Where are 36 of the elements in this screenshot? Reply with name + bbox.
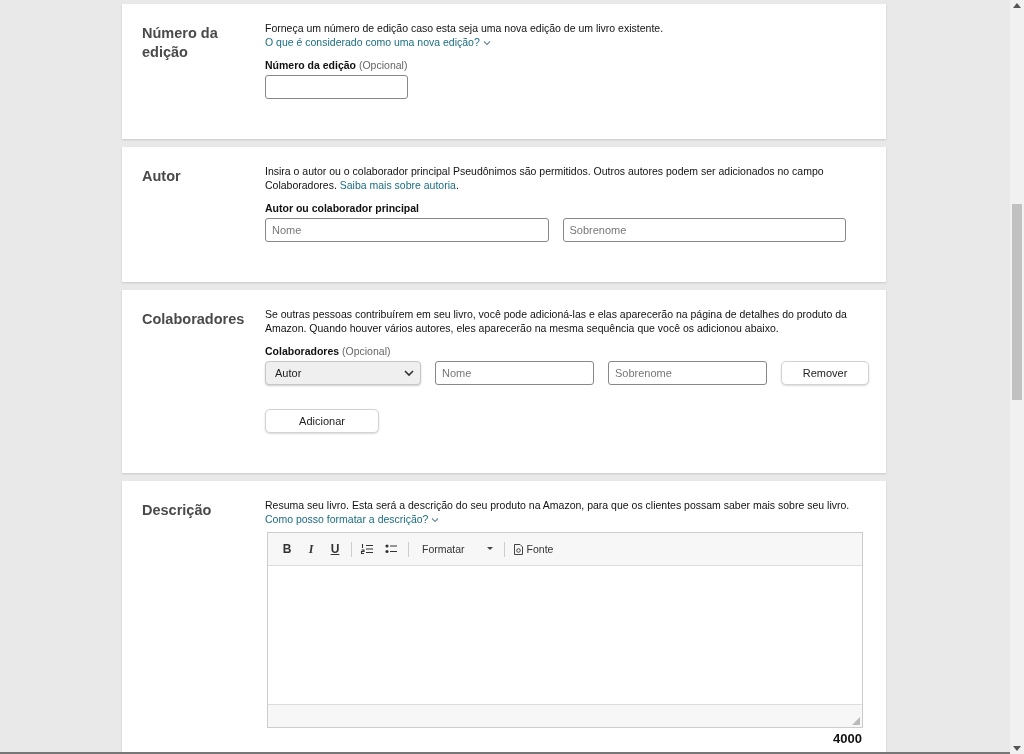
- document-icon[interactable]: [513, 543, 523, 555]
- resize-handle-icon[interactable]: [852, 717, 860, 725]
- role-dropdown[interactable]: Autor: [265, 361, 421, 385]
- rich-text-editor[interactable]: B I U Formatar Fonte: [267, 532, 863, 728]
- section-description: Forneça um número de edição caso esta seja uma nova edição de um livro existente. O que é considerado como uma nova edição?: [265, 22, 665, 49]
- help-link[interactable]: Como posso formatar a descrição?: [265, 512, 429, 525]
- section-description: Se outras pessoas contribuírem em seu livro, você pode adicioná-las e elas aparecerão na página de detalhes do produto da Amazon. Quando houver vários autores, eles aparecerão na mesma sequência que você os adicionou abaixo.: [265, 308, 848, 335]
- source-button[interactable]: Fonte: [509, 543, 598, 555]
- section-title: Descrição: [142, 501, 213, 520]
- section-title: Número da edição: [142, 24, 219, 62]
- action-button[interactable]: Adicionar: [265, 409, 379, 433]
- character-counter: 4000: [832, 731, 862, 746]
- format-dropdown[interactable]: Formatar: [414, 543, 499, 555]
- text-field[interactable]: [265, 75, 408, 99]
- text-field[interactable]: Sobrenome: [608, 361, 767, 385]
- italic-button[interactable]: I: [300, 541, 322, 557]
- bold-button[interactable]: B: [276, 542, 298, 556]
- text-field[interactable]: Nome: [435, 361, 594, 385]
- field-label: Autor ou colaborador principal: [265, 202, 419, 214]
- help-link[interactable]: Saiba mais sobre autoria: [339, 178, 456, 191]
- field-label: Número da edição (Opcional): [265, 59, 408, 71]
- section-description: Resuma seu livro. Esta será a descrição do seu produto na Amazon, para que os clientes possam saber mais sobre seu livro. Como posso formatar a descrição?: [265, 499, 851, 526]
- help-link[interactable]: O que é considerado como uma nova edição?: [265, 35, 480, 48]
- underline-button[interactable]: U: [324, 542, 346, 556]
- text-field[interactable]: Nome: [265, 218, 549, 242]
- field-label: Colaboradores (Opcional): [265, 345, 391, 357]
- section-description: Insira o autor ou o colaborador principal Pseudônimos são permitidos. Outros autores podem ser adicionados no campo Colaboradores. Saiba mais sobre autoria.: [265, 165, 825, 192]
- scrollbar-thumb[interactable]: [1012, 204, 1022, 400]
- text-field[interactable]: Sobrenome: [562, 218, 846, 242]
- section-title: Autor: [142, 167, 182, 186]
- action-button[interactable]: Remover: [781, 361, 869, 385]
- section-title: Colaboradores: [142, 310, 246, 329]
- scroll-up-icon[interactable]: [1013, 3, 1021, 8]
- chevron-down-icon[interactable]: [404, 369, 414, 377]
- caret-icon[interactable]: [486, 547, 493, 551]
- scroll-down-icon[interactable]: [1013, 746, 1021, 751]
